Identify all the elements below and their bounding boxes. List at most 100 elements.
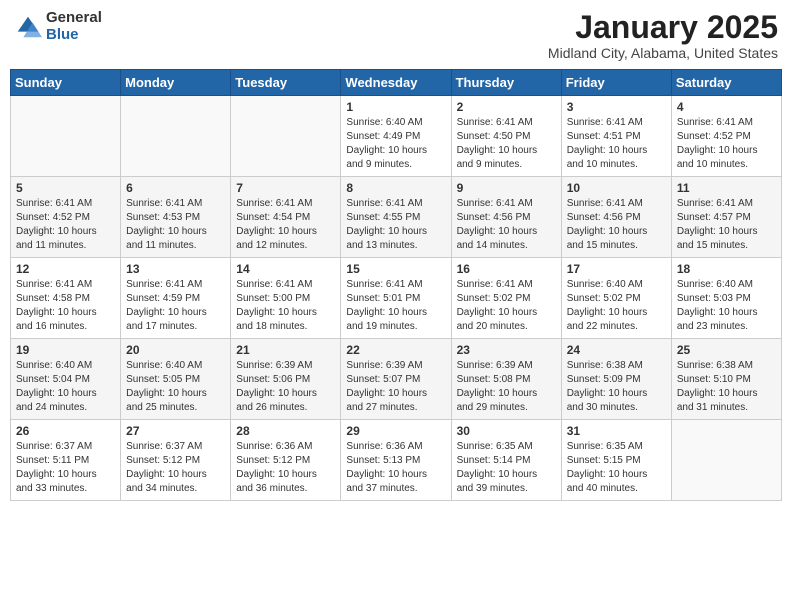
day-detail: Sunrise: 6:41 AM Sunset: 4:56 PM Dayligh… <box>567 197 666 253</box>
day-number: 19 <box>16 343 115 357</box>
calendar-cell: 17 Sunrise: 6:40 AM Sunset: 5:02 PM Dayli… <box>561 258 671 339</box>
day-number: 25 <box>677 343 776 357</box>
weekday-header-thursday: Thursday <box>451 70 561 96</box>
calendar-cell: 4 Sunrise: 6:41 AM Sunset: 4:52 PM Daylig… <box>671 96 781 177</box>
calendar-cell: 10 Sunrise: 6:41 AM Sunset: 4:56 PM Dayli… <box>561 177 671 258</box>
day-number: 23 <box>457 343 556 357</box>
calendar-cell: 13Sunrise: 6:41 AM Sunset: 4:59 PM Dayli… <box>121 258 231 339</box>
day-number: 16 <box>457 262 556 276</box>
calendar-cell: 9 Sunrise: 6:41 AM Sunset: 4:56 PM Daylig… <box>451 177 561 258</box>
day-detail: Sunrise: 6:41 AM Sunset: 4:57 PM Dayligh… <box>677 197 776 253</box>
day-number: 3 <box>567 100 666 114</box>
calendar-cell: 26 Sunrise: 6:37 AM Sunset: 5:11 PM Dayli… <box>11 420 121 501</box>
calendar-cell: 30 Sunrise: 6:35 AM Sunset: 5:14 PM Dayli… <box>451 420 561 501</box>
day-detail: Sunrise: 6:41 AM Sunset: 4:55 PM Dayligh… <box>346 197 445 253</box>
day-detail: Sunrise: 6:37 AM Sunset: 5:12 PM Dayligh… <box>126 440 225 496</box>
day-detail: Sunrise: 6:41 AM Sunset: 4:50 PM Dayligh… <box>457 116 556 172</box>
calendar-table: SundayMondayTuesdayWednesdayThursdayFrid… <box>10 69 782 501</box>
day-number: 1 <box>346 100 445 114</box>
day-detail: Sunrise: 6:41 AM Sunset: 4:54 PM Dayligh… <box>236 197 335 253</box>
calendar-cell: 25Sunrise: 6:38 AM Sunset: 5:10 PM Dayli… <box>671 339 781 420</box>
weekday-header-wednesday: Wednesday <box>341 70 451 96</box>
weekday-header-row: SundayMondayTuesdayWednesdayThursdayFrid… <box>11 70 782 96</box>
logo-icon <box>14 13 42 41</box>
calendar-cell: 16 Sunrise: 6:41 AM Sunset: 5:02 PM Dayli… <box>451 258 561 339</box>
day-number: 5 <box>16 181 115 195</box>
calendar-cell: 1Sunrise: 6:40 AM Sunset: 4:49 PM Daylig… <box>341 96 451 177</box>
calendar-cell: 22 Sunrise: 6:39 AM Sunset: 5:07 PM Dayli… <box>341 339 451 420</box>
day-number: 7 <box>236 181 335 195</box>
calendar-week-row: 12Sunrise: 6:41 AM Sunset: 4:58 PM Dayli… <box>11 258 782 339</box>
calendar-cell: 23Sunrise: 6:39 AM Sunset: 5:08 PM Dayli… <box>451 339 561 420</box>
day-number: 28 <box>236 424 335 438</box>
day-detail: Sunrise: 6:36 AM Sunset: 5:12 PM Dayligh… <box>236 440 335 496</box>
day-detail: Sunrise: 6:40 AM Sunset: 5:03 PM Dayligh… <box>677 278 776 334</box>
calendar-cell: 18 Sunrise: 6:40 AM Sunset: 5:03 PM Dayli… <box>671 258 781 339</box>
day-number: 30 <box>457 424 556 438</box>
day-number: 17 <box>567 262 666 276</box>
calendar-cell: 11 Sunrise: 6:41 AM Sunset: 4:57 PM Dayli… <box>671 177 781 258</box>
day-detail: Sunrise: 6:39 AM Sunset: 5:06 PM Dayligh… <box>236 359 335 415</box>
calendar-cell: 14 Sunrise: 6:41 AM Sunset: 5:00 PM Dayli… <box>231 258 341 339</box>
calendar-cell: 24 Sunrise: 6:38 AM Sunset: 5:09 PM Dayli… <box>561 339 671 420</box>
title-block: January 2025 Midland City, Alabama, Unit… <box>548 10 778 61</box>
day-number: 20 <box>126 343 225 357</box>
day-detail: Sunrise: 6:40 AM Sunset: 5:04 PM Dayligh… <box>16 359 115 415</box>
calendar-cell: 21 Sunrise: 6:39 AM Sunset: 5:06 PM Dayli… <box>231 339 341 420</box>
day-detail: Sunrise: 6:37 AM Sunset: 5:11 PM Dayligh… <box>16 440 115 496</box>
day-number: 22 <box>346 343 445 357</box>
day-detail: Sunrise: 6:40 AM Sunset: 5:02 PM Dayligh… <box>567 278 666 334</box>
day-detail: Sunrise: 6:36 AM Sunset: 5:13 PM Dayligh… <box>346 440 445 496</box>
day-number: 9 <box>457 181 556 195</box>
day-detail: Sunrise: 6:41 AM Sunset: 4:52 PM Dayligh… <box>16 197 115 253</box>
day-number: 14 <box>236 262 335 276</box>
calendar-cell: 3Sunrise: 6:41 AM Sunset: 4:51 PM Daylig… <box>561 96 671 177</box>
day-detail: Sunrise: 6:38 AM Sunset: 5:09 PM Dayligh… <box>567 359 666 415</box>
calendar-cell <box>121 96 231 177</box>
day-number: 2 <box>457 100 556 114</box>
day-detail: Sunrise: 6:35 AM Sunset: 5:15 PM Dayligh… <box>567 440 666 496</box>
day-detail: Sunrise: 6:41 AM Sunset: 5:01 PM Dayligh… <box>346 278 445 334</box>
calendar-week-row: 5 Sunrise: 6:41 AM Sunset: 4:52 PM Daylig… <box>11 177 782 258</box>
day-number: 21 <box>236 343 335 357</box>
day-detail: Sunrise: 6:41 AM Sunset: 4:56 PM Dayligh… <box>457 197 556 253</box>
calendar-cell: 15 Sunrise: 6:41 AM Sunset: 5:01 PM Dayli… <box>341 258 451 339</box>
calendar-week-row: 26 Sunrise: 6:37 AM Sunset: 5:11 PM Dayli… <box>11 420 782 501</box>
day-number: 6 <box>126 181 225 195</box>
calendar-cell: 5 Sunrise: 6:41 AM Sunset: 4:52 PM Daylig… <box>11 177 121 258</box>
day-number: 10 <box>567 181 666 195</box>
location: Midland City, Alabama, United States <box>548 45 778 61</box>
calendar-cell: 20Sunrise: 6:40 AM Sunset: 5:05 PM Dayli… <box>121 339 231 420</box>
day-detail: Sunrise: 6:41 AM Sunset: 5:00 PM Dayligh… <box>236 278 335 334</box>
month-title: January 2025 <box>548 10 778 45</box>
calendar-cell: 7 Sunrise: 6:41 AM Sunset: 4:54 PM Daylig… <box>231 177 341 258</box>
day-detail: Sunrise: 6:41 AM Sunset: 4:52 PM Dayligh… <box>677 116 776 172</box>
weekday-header-friday: Friday <box>561 70 671 96</box>
calendar-cell: 27Sunrise: 6:37 AM Sunset: 5:12 PM Dayli… <box>121 420 231 501</box>
day-number: 18 <box>677 262 776 276</box>
calendar-cell: 19 Sunrise: 6:40 AM Sunset: 5:04 PM Dayli… <box>11 339 121 420</box>
calendar-cell: 28 Sunrise: 6:36 AM Sunset: 5:12 PM Dayli… <box>231 420 341 501</box>
day-number: 4 <box>677 100 776 114</box>
weekday-header-saturday: Saturday <box>671 70 781 96</box>
weekday-header-monday: Monday <box>121 70 231 96</box>
calendar-cell: 2 Sunrise: 6:41 AM Sunset: 4:50 PM Daylig… <box>451 96 561 177</box>
day-number: 11 <box>677 181 776 195</box>
logo: General Blue <box>14 10 102 43</box>
day-detail: Sunrise: 6:41 AM Sunset: 5:02 PM Dayligh… <box>457 278 556 334</box>
day-number: 29 <box>346 424 445 438</box>
logo-text: General Blue <box>46 10 102 43</box>
weekday-header-tuesday: Tuesday <box>231 70 341 96</box>
day-number: 13 <box>126 262 225 276</box>
day-detail: Sunrise: 6:35 AM Sunset: 5:14 PM Dayligh… <box>457 440 556 496</box>
day-number: 24 <box>567 343 666 357</box>
calendar-cell <box>11 96 121 177</box>
weekday-header-sunday: Sunday <box>11 70 121 96</box>
calendar-cell: 29 Sunrise: 6:36 AM Sunset: 5:13 PM Dayli… <box>341 420 451 501</box>
day-detail: Sunrise: 6:39 AM Sunset: 5:07 PM Dayligh… <box>346 359 445 415</box>
day-number: 26 <box>16 424 115 438</box>
calendar-cell: 12Sunrise: 6:41 AM Sunset: 4:58 PM Dayli… <box>11 258 121 339</box>
calendar-week-row: 19 Sunrise: 6:40 AM Sunset: 5:04 PM Dayli… <box>11 339 782 420</box>
day-number: 15 <box>346 262 445 276</box>
day-number: 31 <box>567 424 666 438</box>
